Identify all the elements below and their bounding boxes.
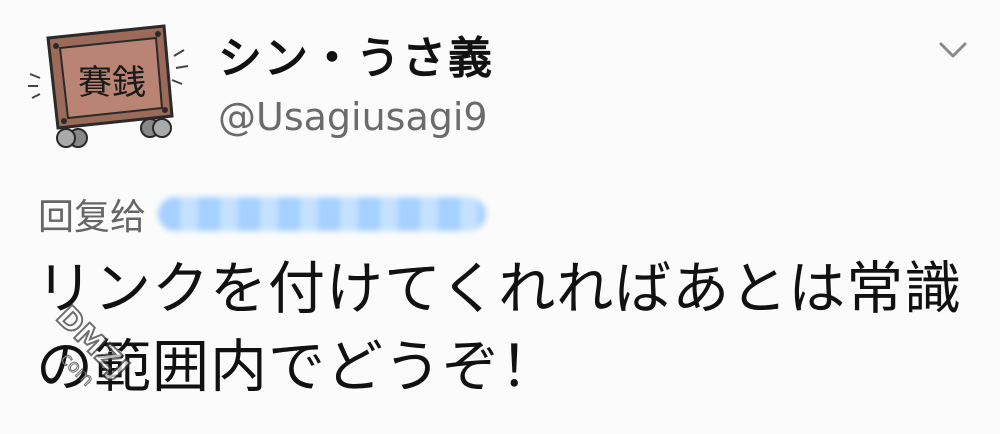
reply-label: 回复给 <box>38 197 147 238</box>
tweet-card: 賽銭 シン・うさ義 @Usagiusagi9 回复给 リンクを付けてくれればあと… <box>0 0 1000 434</box>
offertory-box-illustration: 賽銭 <box>28 24 189 148</box>
tweet-text: リンクを付けてくれればあとは常識の範囲内でどうぞ！ <box>36 256 963 400</box>
display-name[interactable]: シン・うさ義 <box>218 22 494 86</box>
user-handle[interactable]: @Usagiusagi9 <box>218 95 488 139</box>
chevron-down-icon-graphic <box>939 42 967 58</box>
reply-target-blurred[interactable] <box>158 197 487 231</box>
avatar-sign-text: 賽銭 <box>78 63 146 103</box>
avatar[interactable]: 賽銭 <box>22 16 192 156</box>
reply-context: 回复给 <box>38 188 487 240</box>
chevron-down-icon[interactable] <box>933 30 973 70</box>
